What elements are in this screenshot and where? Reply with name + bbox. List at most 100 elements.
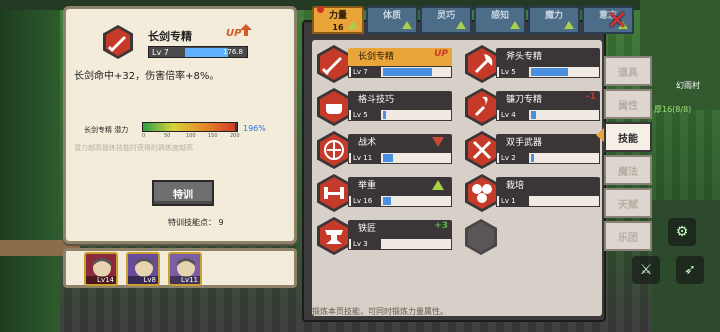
skill-level: Lv 4 [499,110,529,120]
skill-tag: +3 [434,221,448,231]
skill-exp-fill [531,111,537,119]
skill-detail-exp-fill [185,48,229,57]
potential-bar-fill [143,123,236,131]
stat-increase-indicator [510,21,520,29]
party-member-level: Lv14 [86,276,116,284]
skill-detail-description: 长剑命中+32，伤害倍率+8%。 [74,71,220,82]
side-menu-item[interactable]: 属性 [604,89,652,119]
tab-stat-label: 魔力 [544,11,563,21]
train-button[interactable]: 特训 [152,180,214,206]
skill-exp-fill [383,68,432,76]
skill-card[interactable]: 斧头专精 Lv 5 [462,45,600,83]
minimap[interactable] [640,0,720,110]
tab-stat[interactable]: 体质 [366,6,418,34]
skill-level: Lv 5 [499,67,529,77]
minimap-hp: 厚16(8/8) [654,105,692,114]
side-menu-item[interactable]: 天赋 [604,188,652,218]
side-menu-pointer [596,128,604,142]
side-menu-item[interactable]: 道具 [604,56,652,86]
tab-stat[interactable]: 感知 [474,6,526,34]
party-member-slot[interactable]: Lv8 [126,252,160,286]
skill-level: Lv 7 [351,67,381,77]
skill-name: 栽培 [496,177,600,195]
potential-note: 潜力越高锻炼技能时获得的熟练度越高 [74,144,193,152]
skill-card[interactable]: 举重 Lv 16 [314,174,452,212]
skill-name: 格斗技巧 [348,91,452,109]
skill-detail-title: 长剑专精 [148,30,192,43]
potential-tick: 0 [142,133,146,139]
world-left-edge [0,0,60,332]
party-member-level: Lv8 [128,276,158,284]
skill-tag: UP [434,49,448,59]
skill-card[interactable]: 双手武器 Lv 2 [462,131,600,169]
tab-stat[interactable]: 魔力 [528,6,580,34]
skill-exp-fill [531,68,569,76]
skill-level-bar: Lv 11 [348,152,452,164]
skill-level: Lv 11 [351,153,381,163]
stat-increase-indicator [564,21,574,29]
skill-level-bar: Lv 2 [496,152,600,164]
sword-icon [103,25,133,59]
skill-exp-fill [531,154,534,162]
party-member-slot[interactable]: Lv11 [168,252,202,286]
attack-icon[interactable]: ⚔ [632,256,660,284]
potential-tick: 150 [208,133,218,139]
notification-dot [317,6,324,13]
skill-name: 镰刀专精 [496,91,600,109]
skill-card[interactable]: 栽培 Lv 1 [462,174,600,212]
skill-detail-level: Lv 7 176.8 [148,46,248,58]
skill-level: Lv 1 [499,196,529,206]
potential-bar [142,122,238,132]
minimap-location: 幻雨村 [676,81,700,90]
skill-exp-fill [383,154,394,162]
potential-ticks: 0 50 100 150 200 [138,133,240,141]
tab-stat[interactable]: 力量 16 [312,6,364,34]
gear-icon[interactable]: ⚙ [668,218,696,246]
skill-level: Lv 16 [351,196,381,206]
skill-level-bar: Lv 5 [496,66,600,78]
tab-stat[interactable]: 灵巧 [420,6,472,34]
skill-card[interactable]: 长剑专精 Lv 7 UP [314,45,452,83]
footer-hint: 锻炼本页技能，可同时锻炼力量属性。 [312,307,448,316]
party-member-slot[interactable]: Lv14 [84,252,118,286]
side-menu: 道具 属性 技能 魔法 天赋 乐团 [604,56,652,254]
skill-card[interactable]: 格斗技巧 Lv 5 [314,88,452,126]
stat-increase-indicator [348,21,358,29]
skill-exp-fill [383,197,392,205]
stat-increase-indicator [402,21,412,29]
skill-level: Lv 5 [351,110,381,120]
side-menu-item[interactable]: 魔法 [604,155,652,185]
potential-label: 长剑专精 潜力 [84,126,129,134]
skill-card[interactable]: 战术 Lv 11 [314,131,452,169]
skill-level-bar: Lv 7 [348,66,452,78]
skill-level: Lv 3 [351,239,381,249]
tab-stat-label: 体质 [382,11,401,21]
side-menu-item[interactable]: 乐团 [604,221,652,251]
skill-tag: -1 [586,92,596,102]
potential-percent: 196% [243,124,266,133]
skill-detail-level-text: Lv 7 [152,48,169,57]
skill-name: 斧头专精 [496,48,600,66]
potential-tick: 200 [230,133,240,139]
side-menu-item[interactable]: 技能 [604,122,652,152]
tab-stat-label: 感知 [490,11,509,21]
stat-increase-indicator [456,21,466,29]
skill-level-bar: Lv 1 [496,195,600,207]
skill-level: Lv 2 [499,153,529,163]
party-member-level: Lv11 [170,276,200,284]
train-points: 特训技能点： 9 [168,218,224,227]
skill-exp-fill [383,111,387,119]
skill-name: 双手武器 [496,134,600,152]
bow-icon[interactable]: ➶ [676,256,704,284]
skill-increase-indicator [432,180,444,190]
skill-card[interactable]: 铁匠 Lv 3 +3 [314,217,452,255]
skill-level-bar: Lv 3 [348,238,452,250]
potential-tick: 100 [186,133,196,139]
tab-stat-label: 力量 [328,11,347,21]
skill-card[interactable]: 镰刀专精 Lv 4 -1 [462,88,600,126]
up-arrow-icon [240,24,252,36]
skill-level-bar: Lv 4 [496,109,600,121]
stat-tabs: 力量 16 体质 灵巧 感知 魔力 意志 [312,6,634,34]
potential-tick: 50 [164,133,171,139]
close-button[interactable]: ✕ [604,8,630,34]
